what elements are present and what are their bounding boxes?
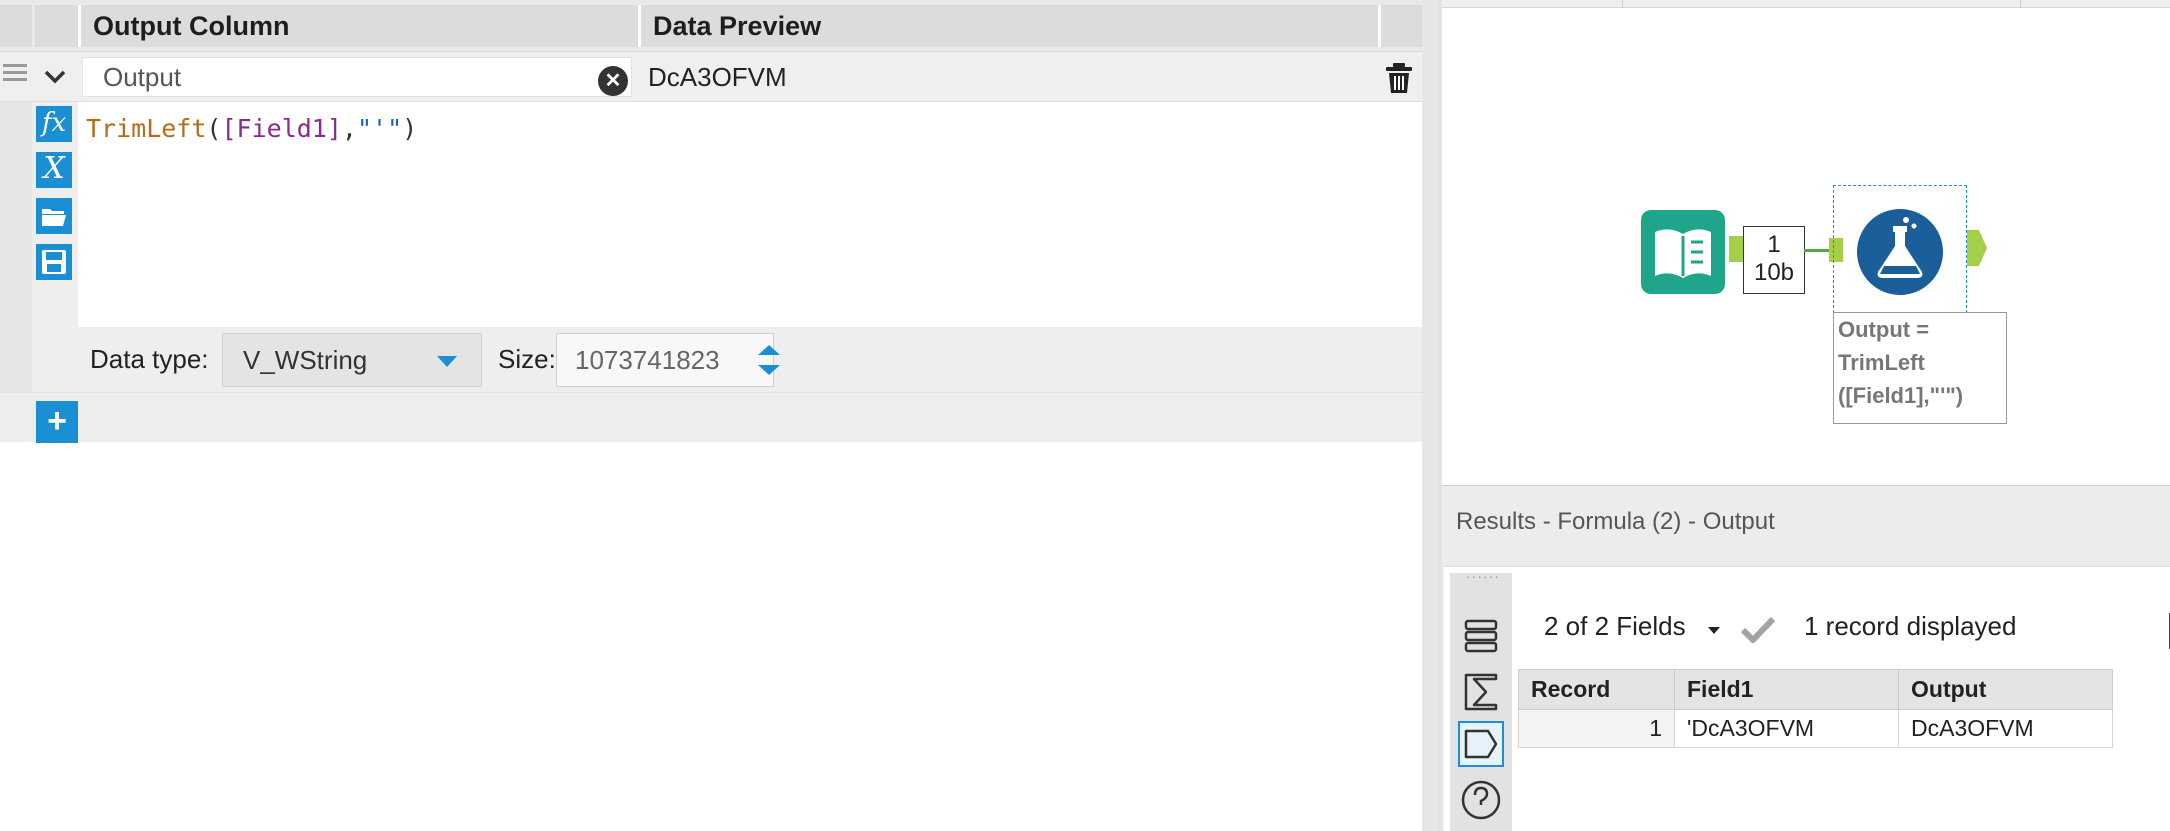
expr-field-ref: [Field1]: [221, 114, 342, 143]
cell-record[interactable]: 1: [1518, 709, 1675, 748]
data-type-label: Data type:: [90, 344, 209, 374]
save-icon[interactable]: [36, 244, 72, 280]
connection-line[interactable]: [1804, 249, 1830, 252]
column-header-output[interactable]: Output: [1898, 669, 2113, 710]
formula-annotation: Output = TrimLeft ([Field1],"'"): [1833, 312, 2007, 424]
open-folder-icon[interactable]: [36, 198, 72, 234]
data-type-value: V_WString: [243, 345, 368, 375]
panel-splitter[interactable]: [1422, 0, 1438, 831]
output-column-header[interactable]: Output Column: [78, 5, 638, 47]
column-header-record[interactable]: Record: [1518, 669, 1675, 710]
help-icon[interactable]: [1458, 777, 1504, 823]
cell-field1[interactable]: 'DcA3OFVM: [1674, 709, 1899, 748]
header-gutter: [0, 5, 32, 47]
expr-open-paren: (: [206, 114, 222, 143]
expr-comma: ,: [341, 114, 357, 143]
function-icon[interactable]: fx: [36, 106, 72, 142]
fields-selector[interactable]: 2 of 2 Fields: [1544, 611, 1686, 642]
dropdown-caret-icon: [437, 356, 457, 367]
cell-output[interactable]: DcA3OFVM: [1898, 709, 2113, 748]
expression-toolbar: fx X: [32, 102, 78, 392]
annotation-line-3: ([Field1],"'"): [1838, 383, 1964, 408]
formula-field-row[interactable]: ✕ DcA3OFVM: [0, 52, 1422, 102]
record-count-badge: 1 10b: [1743, 226, 1805, 294]
checkmark-icon: [1740, 615, 1776, 645]
row-gutter: [0, 102, 32, 392]
formula-config-panel: Output Column Data Preview ✕ DcA3OFVM fx…: [0, 0, 1422, 831]
column-header-field1[interactable]: Field1: [1674, 669, 1899, 710]
table-view-icon[interactable]: [1458, 613, 1504, 659]
expr-close-paren: ): [402, 114, 418, 143]
data-type-row: Data type: V_WString Size: 1073741823: [78, 327, 1422, 392]
chevron-down-icon[interactable]: [40, 62, 70, 92]
data-preview-value: DcA3OFVM: [648, 62, 787, 92]
expression-editor[interactable]: TrimLeft([Field1],"'"): [78, 102, 1422, 327]
tag-icon[interactable]: [1458, 721, 1504, 767]
header-gutter-2: [35, 5, 78, 47]
formula-tool-icon[interactable]: [1856, 208, 1944, 296]
plus-icon[interactable]: +: [36, 401, 78, 443]
expr-string-arg: "'": [356, 114, 403, 143]
add-field-row: +: [0, 392, 1422, 443]
size-input[interactable]: 1073741823: [556, 333, 774, 387]
formula-output-anchor[interactable]: [1967, 230, 1987, 266]
expr-function: TrimLeft: [86, 114, 207, 143]
trash-icon[interactable]: [1384, 62, 1414, 94]
chevron-down-icon[interactable]: [1708, 627, 1720, 634]
results-side-rail: ······: [1450, 569, 1512, 831]
annotation-line-2: TrimLeft: [1838, 350, 1925, 375]
input-data-tool-icon[interactable]: [1641, 210, 1725, 294]
data-preview-header[interactable]: Data Preview: [638, 5, 1378, 47]
column-header-row: Output Column Data Preview: [0, 0, 1422, 52]
canvas-top-strip: [1442, 0, 2170, 8]
header-spacer: [1378, 5, 1422, 47]
annotation-line-1: Output =: [1838, 317, 1930, 342]
expression-text[interactable]: TrimLeft([Field1],"'"): [86, 114, 417, 143]
size-spinner[interactable]: [744, 335, 794, 385]
clear-icon[interactable]: ✕: [598, 66, 628, 96]
record-size: 10b: [1753, 259, 1795, 286]
record-count: 1: [1767, 231, 1781, 258]
output-column-input[interactable]: [82, 57, 632, 97]
variable-icon[interactable]: X: [36, 152, 72, 188]
results-panel: Results - Formula (2) - Output ······ 2 …: [1438, 485, 2170, 831]
data-type-select[interactable]: V_WString: [222, 333, 482, 387]
size-label: Size:: [498, 344, 556, 374]
grip-icon[interactable]: ······: [1466, 569, 1499, 583]
summary-icon[interactable]: [1458, 669, 1504, 715]
results-body: ······ 2 of 2 Fields 1 record displayed …: [1444, 566, 2170, 831]
drag-handle-icon[interactable]: [3, 64, 27, 90]
results-grid[interactable]: Record Field1 Output 1 'DcA3OFVM DcA3OFV…: [1518, 669, 2113, 748]
workflow-canvas[interactable]: 1 10b Output = TrimLeft ([Field1],"'"): [1438, 0, 2170, 485]
results-title: Results - Formula (2) - Output: [1456, 508, 1775, 535]
table-row[interactable]: 1 'DcA3OFVM DcA3OFVM: [1518, 709, 2113, 748]
results-header-row: Record Field1 Output: [1518, 669, 2113, 710]
records-displayed-text: 1 record displayed: [1804, 611, 2017, 641]
